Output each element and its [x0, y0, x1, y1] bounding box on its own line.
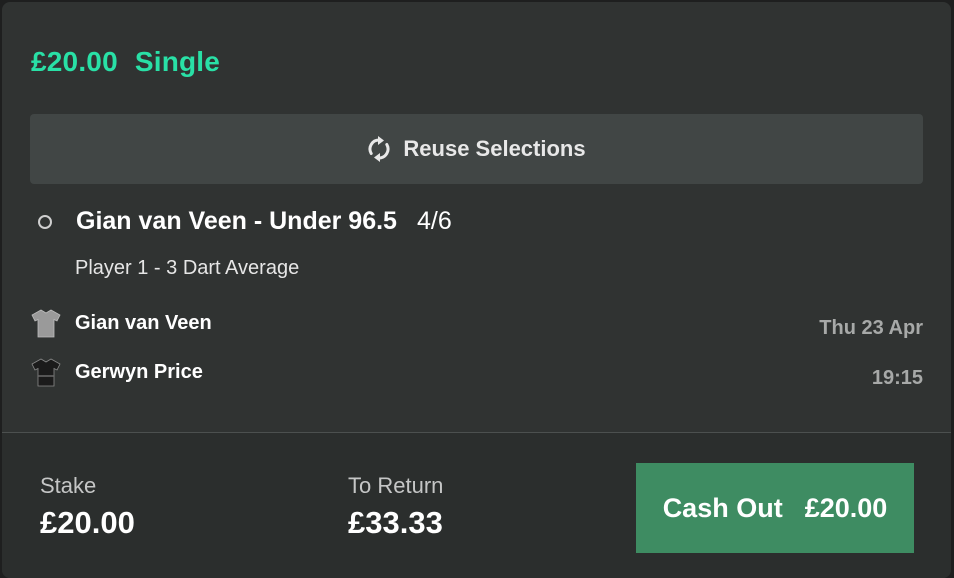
- selection-status-icon: [38, 214, 52, 229]
- stake-value: £20.00: [40, 505, 135, 540]
- bet-header: £20.00 Single: [31, 46, 220, 78]
- cash-out-label: Cash Out: [662, 492, 783, 523]
- market-name: Player 1 - 3 Dart Average: [75, 257, 300, 279]
- shirt-icon: [30, 307, 62, 339]
- bet-type: Single: [134, 46, 221, 77]
- team-away-name: Gerwyn Price: [75, 360, 203, 383]
- cash-out-button[interactable]: Cash Out £20.00: [636, 463, 914, 553]
- bet-footer: Stake £20.00 To Return £33.33 Cash Out £…: [2, 433, 951, 578]
- cash-out-amount: £20.00: [804, 492, 888, 523]
- team-home-name: Gian van Veen: [75, 311, 212, 334]
- bet-stake-amount: £20.00: [31, 46, 118, 77]
- team-away: Gerwyn Price: [30, 356, 203, 388]
- selection-name: Gian van Veen - Under 96.5: [76, 207, 397, 235]
- team-home: Gian van Veen: [30, 307, 212, 339]
- event-date: Thu 23 Apr: [819, 317, 923, 339]
- refresh-icon: [367, 136, 391, 162]
- event-time: 19:15: [871, 367, 923, 389]
- reuse-selections-button[interactable]: Reuse Selections: [30, 114, 923, 184]
- bet-card: £20.00 Single Reuse Selections Gian van …: [2, 2, 951, 578]
- return-value: £33.33: [348, 505, 443, 540]
- return-label: To Return: [348, 473, 444, 498]
- reuse-selections-label: Reuse Selections: [403, 136, 586, 161]
- selection-row: Gian van Veen - Under 96.5 4/6: [38, 207, 452, 236]
- shirt-icon: [30, 356, 62, 388]
- selection-odds: 4/6: [416, 207, 452, 235]
- stake-label: Stake: [40, 473, 97, 498]
